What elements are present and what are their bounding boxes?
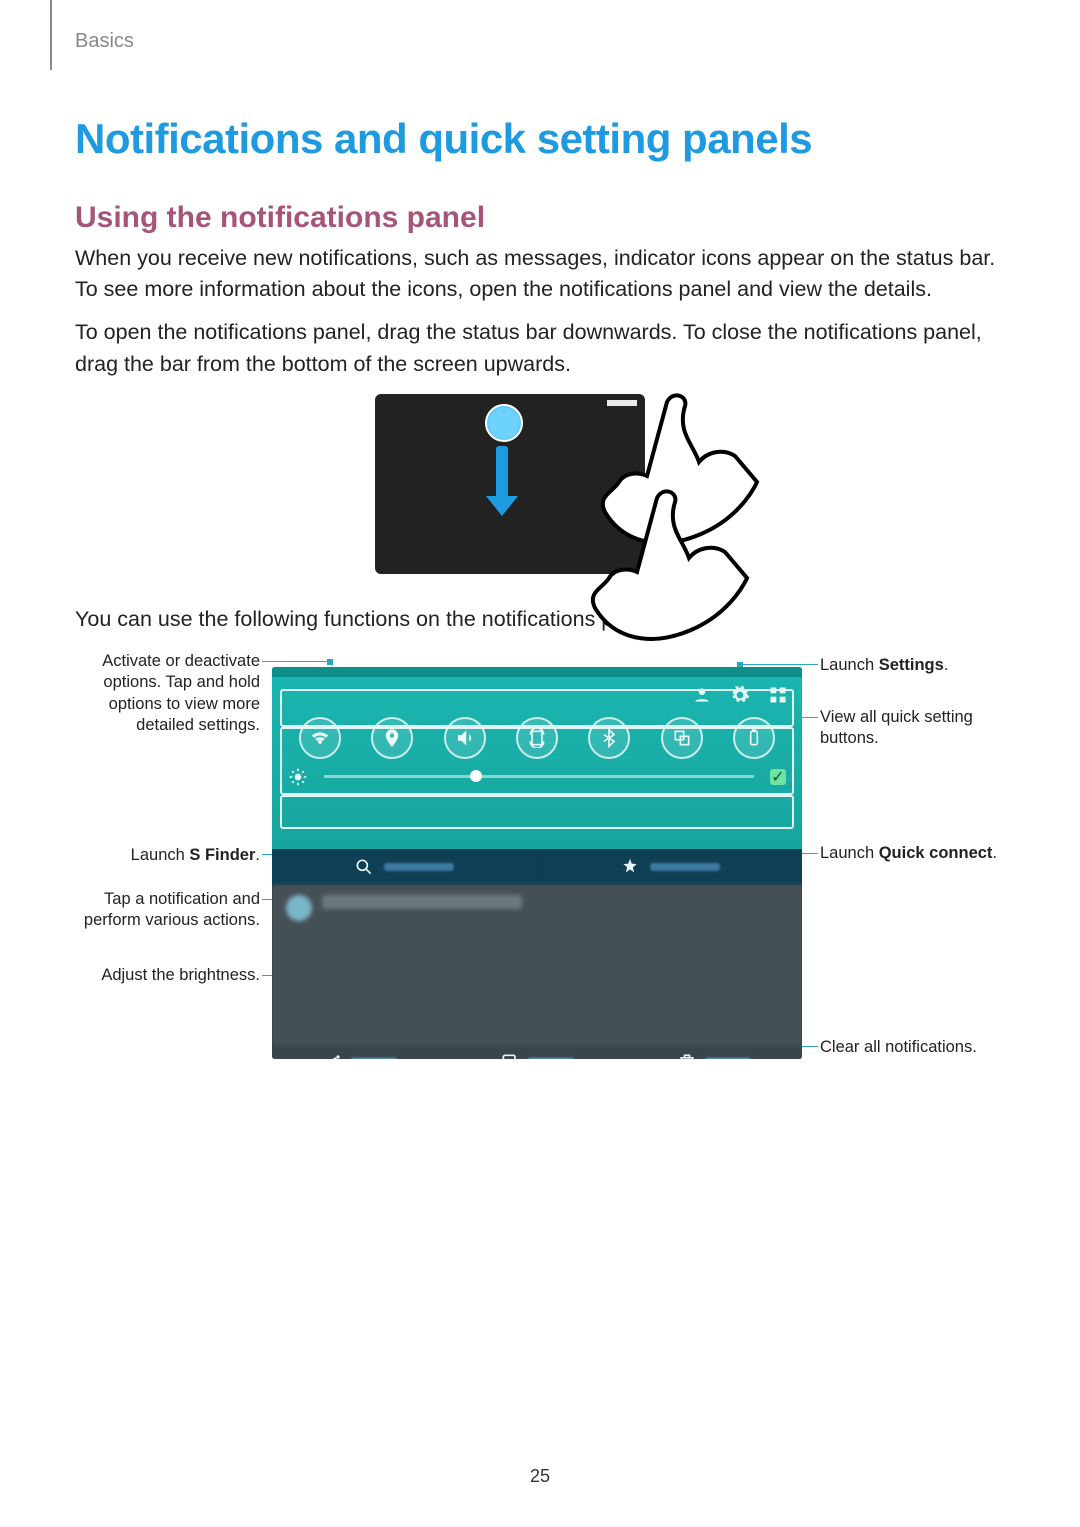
callout-bold: Settings [879, 656, 944, 674]
action-label-blur [705, 1058, 751, 1059]
auto-brightness-check-icon: ✓ [770, 769, 786, 785]
notification-actions-bar [272, 1045, 802, 1059]
callout-quick-connect: Launch Quick connect. [820, 843, 1000, 864]
annotated-figure: Activate or deactivate options. Tap and … [80, 647, 1000, 1097]
action-label-blur [351, 1058, 397, 1059]
grid-apps-icon [768, 685, 788, 705]
multi-window-icon [661, 717, 703, 759]
settings-gear-icon [730, 685, 750, 705]
brightness-slider [324, 775, 754, 778]
breadcrumb: Basics [75, 30, 1005, 53]
quick-panel-header [272, 677, 802, 711]
notification-item [272, 885, 802, 1045]
s-finder-button [272, 849, 537, 885]
edit-note-icon [500, 1052, 520, 1059]
gesture-figure [375, 394, 705, 574]
manual-page: Basics Notifications and quick setting p… [0, 0, 1080, 1097]
paragraph-open-close: To open the notifications panel, drag th… [75, 317, 1005, 379]
share-action [323, 1052, 397, 1059]
sound-icon [444, 717, 486, 759]
paragraph-intro: When you receive new notifications, such… [75, 243, 1005, 305]
slider-thumb [470, 770, 482, 782]
callout-brightness: Adjust the brightness. [60, 965, 260, 986]
power-saving-icon [733, 717, 775, 759]
callout-text: . [992, 844, 997, 862]
leader-line [262, 661, 330, 663]
quick-settings-area: ✓ [272, 667, 802, 849]
callout-sfinder: Launch S Finder. [60, 845, 260, 866]
delete-action [677, 1052, 751, 1059]
search-icon [354, 857, 374, 877]
quick-settings-row [272, 711, 802, 763]
finder-quickconnect-row [272, 849, 802, 885]
edit-action [500, 1052, 574, 1059]
swipe-down-arrow-icon [496, 446, 518, 516]
touch-point-icon [485, 404, 523, 442]
page-number: 25 [0, 1466, 1080, 1487]
section-subtitle: Using the notifications panel [75, 201, 1005, 235]
notification-app-icon [286, 895, 312, 921]
share-icon [323, 1052, 343, 1059]
callout-tap-notification: Tap a notification and perform various a… [60, 889, 260, 932]
callout-text: . [944, 656, 949, 674]
quick-connect-button [537, 849, 803, 885]
callout-clear-all: Clear all notifications. [820, 1037, 1000, 1058]
callout-text: Launch [820, 656, 879, 674]
callout-text: Launch [820, 844, 879, 862]
leader-line [740, 664, 818, 666]
location-icon [371, 717, 413, 759]
callout-bold: Quick connect [879, 844, 993, 862]
callout-activate-options: Activate or deactivate options. Tap and … [60, 651, 260, 737]
wifi-icon [299, 717, 341, 759]
outline-box [280, 795, 794, 829]
device-outline [375, 394, 645, 574]
bluetooth-icon [588, 717, 630, 759]
quick-connect-star-icon [620, 857, 640, 877]
brightness-row: ✓ [272, 763, 802, 787]
quickconnect-label-blur [650, 863, 720, 871]
callout-bold: S Finder [189, 846, 255, 864]
callout-view-all-quick: View all quick setting buttons. [820, 707, 1000, 750]
brightness-icon [288, 767, 308, 787]
action-label-blur [528, 1058, 574, 1059]
callout-text: Launch [131, 846, 190, 864]
notifications-panel-mock: ✓ [272, 667, 802, 1059]
paragraph-functions: You can use the following functions on t… [75, 604, 1005, 635]
status-bar [272, 667, 802, 677]
sfinder-label-blur [384, 863, 454, 871]
notification-text-blur [322, 895, 522, 909]
user-icon [692, 685, 712, 705]
callout-settings: Launch Settings. [820, 655, 1000, 676]
rotate-icon [516, 717, 558, 759]
callout-text: . [255, 846, 260, 864]
delete-trash-icon [677, 1052, 697, 1059]
page-title: Notifications and quick setting panels [75, 115, 1005, 163]
